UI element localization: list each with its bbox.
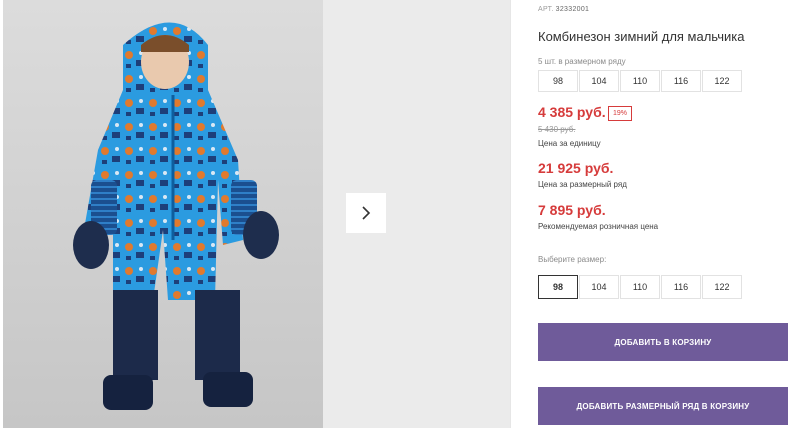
article-value: 32332001 bbox=[555, 6, 590, 13]
size-row-item: 104 bbox=[579, 70, 619, 92]
product-title: Комбинезон зимний для мальчика bbox=[538, 29, 745, 44]
row-price-note: Цена за размерный ряд bbox=[538, 180, 627, 189]
choose-size-label: Выберите размер: bbox=[538, 255, 607, 264]
size-option-98[interactable]: 98 bbox=[538, 275, 578, 299]
unit-price: 4 385 руб. bbox=[538, 104, 606, 120]
size-option-122[interactable]: 122 bbox=[702, 275, 742, 299]
article-number: АРТ. 32332001 bbox=[538, 6, 589, 13]
old-price: 5 430 руб. bbox=[538, 125, 576, 134]
size-row-item: 98 bbox=[538, 70, 578, 92]
size-option-116[interactable]: 116 bbox=[661, 275, 701, 299]
add-size-row-to-cart-button[interactable]: ДОБАВИТЬ РАЗМЕРНЫЙ РЯД В КОРЗИНУ bbox=[538, 387, 788, 425]
product-photo bbox=[3, 0, 323, 428]
add-to-cart-button[interactable]: ДОБАВИТЬ В КОРЗИНУ bbox=[538, 323, 788, 361]
size-selector: 98 104 110 116 122 bbox=[538, 275, 743, 299]
discount-badge: 19% bbox=[608, 106, 633, 121]
retail-price: 7 895 руб. bbox=[538, 202, 606, 218]
unit-price-note: Цена за единицу bbox=[538, 139, 601, 148]
next-image-button[interactable] bbox=[346, 193, 386, 233]
size-row-item: 116 bbox=[661, 70, 701, 92]
product-info: АРТ. 32332001 Комбинезон зимний для мальч… bbox=[538, 0, 800, 428]
size-row-item: 110 bbox=[620, 70, 660, 92]
article-prefix: АРТ. bbox=[538, 6, 554, 13]
size-row-label: 5 шт. в размерном ряду bbox=[538, 57, 626, 66]
size-row-item: 122 bbox=[702, 70, 742, 92]
size-option-110[interactable]: 110 bbox=[620, 275, 660, 299]
product-gallery bbox=[0, 0, 510, 428]
panel-divider bbox=[510, 0, 511, 428]
kid-snowsuit-image bbox=[73, 22, 279, 410]
retail-price-note: Рекомендуемая розничная цена bbox=[538, 222, 659, 231]
size-option-104[interactable]: 104 bbox=[579, 275, 619, 299]
size-row: 98 104 110 116 122 bbox=[538, 70, 743, 92]
row-price: 21 925 руб. bbox=[538, 160, 614, 176]
chevron-right-icon bbox=[362, 206, 371, 220]
